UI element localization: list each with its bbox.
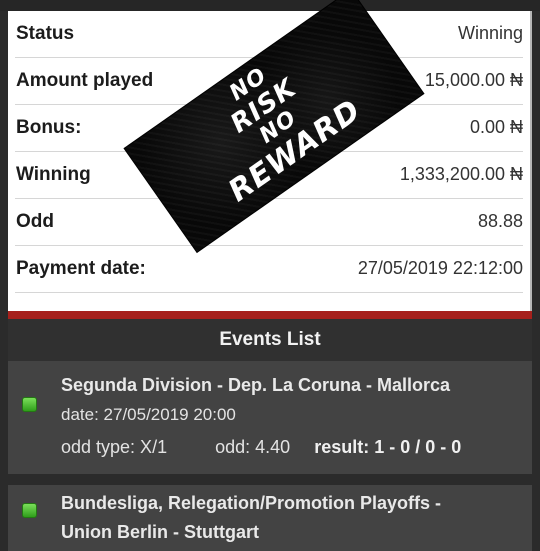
event-status-icon bbox=[22, 503, 37, 518]
winning-label: Winning bbox=[16, 164, 91, 185]
payment-date-label: Payment date: bbox=[16, 258, 146, 279]
payment-date-value: 27/05/2019 22:12:00 bbox=[357, 258, 523, 278]
event-result: result: 1 - 0 / 0 - 0 bbox=[314, 437, 462, 457]
event-status-icon bbox=[22, 397, 37, 412]
bonus-value: 0.00 ₦ bbox=[469, 117, 523, 137]
winning-value: 1,333,200.00 ₦ bbox=[399, 164, 523, 184]
event-item[interactable]: Bundesliga, Relegation/Promotion Playoff… bbox=[8, 485, 532, 551]
accent-strip bbox=[8, 311, 532, 319]
event-title-line-2: Union Berlin - Stuttgart bbox=[61, 522, 259, 542]
odd-label: Odd bbox=[16, 211, 54, 232]
event-date: date: 27/05/2019 20:00 bbox=[61, 405, 236, 424]
odd-row: Odd 88.88 bbox=[15, 199, 523, 246]
status-label: Status bbox=[16, 23, 75, 44]
events-list-header: Events List bbox=[8, 319, 532, 361]
bonus-label: Bonus: bbox=[16, 117, 82, 138]
event-odds-line: odd type: X/1 odd: 4.40 result: 1 - 0 / … bbox=[61, 437, 461, 458]
event-odd: odd: 4.40 bbox=[215, 437, 291, 457]
event-odd-type: odd type: X/1 bbox=[61, 437, 168, 457]
event-title-line-1: Bundesliga, Relegation/Promotion Playoff… bbox=[61, 493, 442, 513]
odd-value: 88.88 bbox=[477, 211, 523, 231]
status-value: Winning bbox=[457, 23, 523, 43]
top-bar bbox=[0, 0, 540, 11]
amount-played-label: Amount played bbox=[16, 70, 154, 91]
event-title: Segunda Division - Dep. La Coruna - Mall… bbox=[61, 375, 451, 395]
event-item[interactable]: Segunda Division - Dep. La Coruna - Mall… bbox=[8, 361, 532, 474]
amount-played-value: 15,000.00 ₦ bbox=[424, 70, 523, 90]
payment-date-row: Payment date: 27/05/2019 22:12:00 bbox=[15, 246, 523, 293]
